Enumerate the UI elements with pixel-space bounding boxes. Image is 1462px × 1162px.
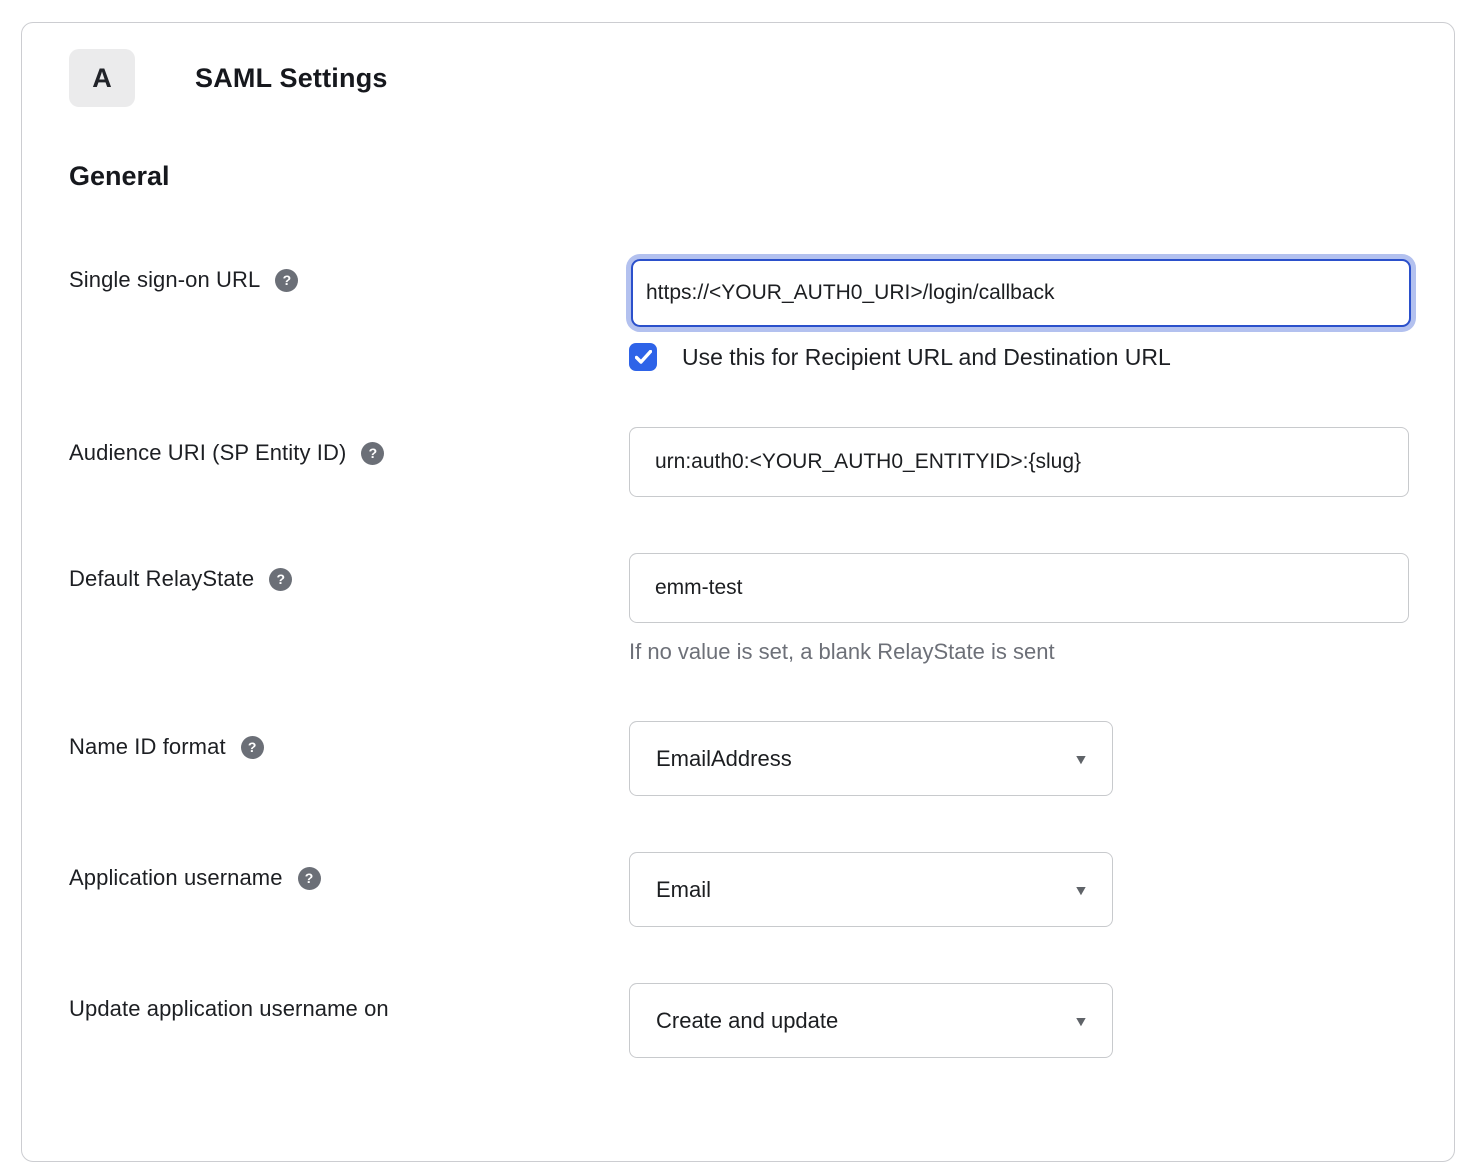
sso-url-help-icon[interactable]: ? [275,269,298,292]
chevron-down-icon: ▼ [1073,1013,1089,1029]
update-app-username-value: Create and update [656,1008,838,1034]
update-app-username-label: Update application username on [69,996,389,1022]
row-application-username: Application username ? Email ▼ [69,852,1454,927]
name-id-format-help-icon[interactable]: ? [241,736,264,759]
label-col-update-username: Update application username on [69,983,629,1022]
default-relaystate-input[interactable] [629,553,1409,623]
audience-uri-help-icon[interactable]: ? [361,442,384,465]
saml-settings-card: A SAML Settings General Single sign-on U… [21,22,1455,1162]
row-name-id-format: Name ID format ? EmailAddress ▼ [69,721,1454,796]
control-col-relaystate: If no value is set, a blank RelayState i… [629,553,1409,665]
control-col-nameid: EmailAddress ▼ [629,721,1113,796]
label-col-sso: Single sign-on URL ? [69,254,629,293]
audience-uri-label: Audience URI (SP Entity ID) [69,440,346,466]
update-app-username-select[interactable]: Create and update ▼ [629,983,1113,1058]
section-heading-general: General [69,161,1454,192]
page-title: SAML Settings [195,63,388,94]
row-update-app-username: Update application username on Create an… [69,983,1454,1058]
chevron-down-icon: ▼ [1073,882,1089,898]
control-col-audience [629,427,1409,497]
name-id-format-select[interactable]: EmailAddress ▼ [629,721,1113,796]
application-username-label: Application username [69,865,283,891]
sso-url-input[interactable] [631,259,1411,327]
control-col-sso: Use this for Recipient URL and Destinati… [629,254,1411,371]
label-col-audience: Audience URI (SP Entity ID) ? [69,427,629,466]
label-col-nameid: Name ID format ? [69,721,629,760]
use-for-recipient-label: Use this for Recipient URL and Destinati… [682,344,1171,371]
application-username-help-icon[interactable]: ? [298,867,321,890]
audience-uri-input[interactable] [629,427,1409,497]
section-badge: A [69,49,135,107]
checkmark-icon [635,350,652,364]
label-col-relaystate: Default RelayState ? [69,553,629,592]
default-relaystate-label: Default RelayState [69,566,254,592]
application-username-select[interactable]: Email ▼ [629,852,1113,927]
name-id-format-label: Name ID format [69,734,226,760]
chevron-down-icon: ▼ [1073,751,1089,767]
sso-checkbox-row: Use this for Recipient URL and Destinati… [629,343,1411,371]
control-col-appusername: Email ▼ [629,852,1113,927]
default-relaystate-help-icon[interactable]: ? [269,568,292,591]
row-default-relaystate: Default RelayState ? If no value is set,… [69,553,1454,665]
label-col-appusername: Application username ? [69,852,629,891]
card-header: A SAML Settings [69,49,1454,107]
row-single-sign-on-url: Single sign-on URL ? Use this for Recipi… [69,254,1454,371]
relaystate-helper-text: If no value is set, a blank RelayState i… [629,639,1409,665]
name-id-format-value: EmailAddress [656,746,792,772]
use-for-recipient-checkbox[interactable] [629,343,657,371]
sso-url-label: Single sign-on URL [69,267,260,293]
application-username-value: Email [656,877,711,903]
control-col-update-username: Create and update ▼ [629,983,1113,1058]
row-audience-uri: Audience URI (SP Entity ID) ? [69,427,1454,497]
